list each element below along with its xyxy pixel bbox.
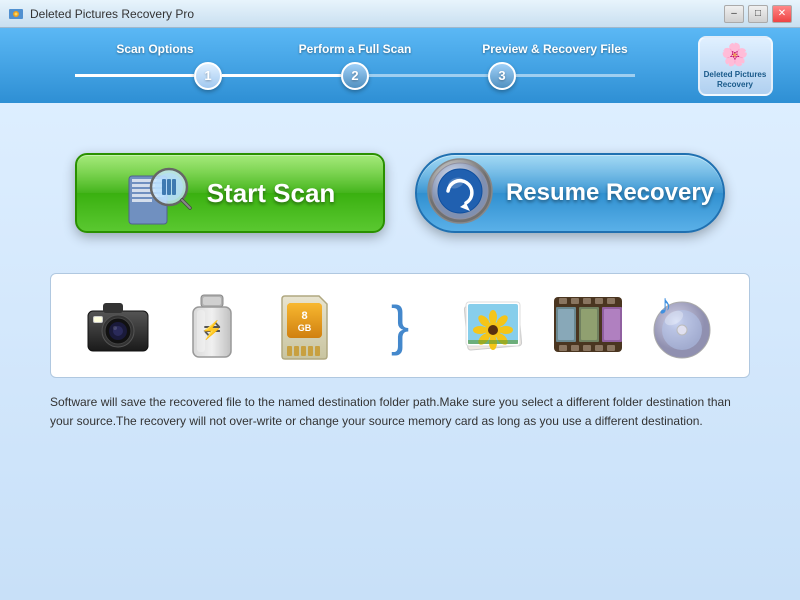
steps-bar: Scan Options Perform a Full Scan Preview… [0,28,800,103]
steps-container: Scan Options Perform a Full Scan Preview… [20,42,690,90]
buttons-row: Start Scan [50,153,750,233]
step-line-1b [222,74,341,77]
logo-area: 🌸 Deleted Pictures Recovery [690,33,780,98]
step-labels: Scan Options Perform a Full Scan Preview… [75,42,635,56]
icons-panel: ⇌ ⚡ [50,273,750,378]
step-line-1a [75,74,194,77]
arrow-bracket-icon: } [363,288,438,363]
window-controls: – □ ✕ [724,5,792,23]
step1-circle[interactable]: 1 [194,62,222,90]
scan-icon-wrapper [125,158,195,228]
app-icon [8,6,24,22]
svg-text:GB: GB [298,323,312,333]
resume-recovery-button[interactable]: Resume Recovery [415,153,725,233]
title-bar: Deleted Pictures Recovery Pro – □ ✕ [0,0,800,28]
svg-text:8: 8 [301,310,307,322]
minimize-button[interactable]: – [724,5,744,23]
logo-image: 🌸 [721,42,748,68]
step1-label: Scan Options [75,42,235,56]
resume-recovery-label: Resume Recovery [506,179,714,207]
music-icon: ♪ [645,288,720,363]
logo-text: Deleted Pictures Recovery [700,70,771,89]
step3-label: Preview & Recovery Files [475,42,635,56]
sd-card-icon: 8 GB [269,288,344,363]
photo-icon [457,288,532,363]
step2-circle[interactable]: 2 [341,62,369,90]
step2-label: Perform a Full Scan [275,42,435,56]
close-button[interactable]: ✕ [772,5,792,23]
description-text: Software will save the recovered file to… [50,393,750,431]
app-title: Deleted Pictures Recovery Pro [30,7,724,21]
logo-box: 🌸 Deleted Pictures Recovery [698,36,773,96]
camera-icon [81,288,156,363]
scan-icon [127,161,192,226]
resume-icon [426,157,494,225]
step-line-2b [369,74,488,77]
resume-icon-wrapper [426,157,494,230]
usb-drive-icon: ⇌ ⚡ [175,288,250,363]
step3-circle[interactable]: 3 [488,62,516,90]
start-scan-label: Start Scan [207,178,336,209]
step-progress: 1 2 3 [75,62,635,90]
step-line-3b [516,74,635,77]
film-strip-icon [551,288,626,363]
maximize-button[interactable]: □ [748,5,768,23]
start-scan-button[interactable]: Start Scan [75,153,385,233]
main-content: Start Scan [0,103,800,600]
